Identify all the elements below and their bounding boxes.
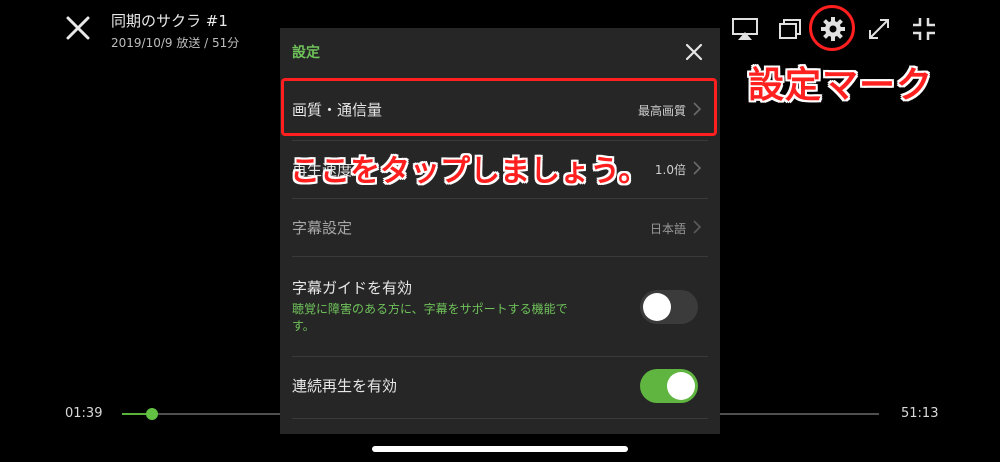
subtitles-label: 字幕設定 xyxy=(292,219,353,237)
progress-thumb[interactable] xyxy=(146,408,159,420)
chevron-right-icon xyxy=(692,219,702,234)
speed-value: 1.0倍 xyxy=(654,163,686,177)
chevron-right-icon xyxy=(692,160,702,175)
total-time: 51:13 xyxy=(901,406,939,421)
gear-annotation-circle xyxy=(809,5,855,51)
collapse-icon[interactable] xyxy=(909,14,939,44)
settings-row-caption-guide: 字幕ガイドを有効 聴覚に障害のある方に、字幕をサポートする機能です。 xyxy=(280,258,720,354)
close-player-icon[interactable] xyxy=(62,12,94,44)
divider xyxy=(292,256,708,257)
settings-row-subtitles[interactable]: 字幕設定 日本語 xyxy=(280,200,720,256)
toggle-knob xyxy=(643,293,671,321)
settings-header: 設定 xyxy=(280,28,720,76)
divider xyxy=(292,418,708,419)
caption-guide-description: 聴覚に障害のある方に、字幕をサポートする機能です。 xyxy=(292,302,568,333)
autoplay-toggle[interactable] xyxy=(640,369,698,403)
caption-guide-toggle[interactable] xyxy=(640,290,698,324)
caption-guide-label: 字幕ガイドを有効 xyxy=(292,279,413,297)
toggle-knob xyxy=(667,372,695,400)
expand-icon[interactable] xyxy=(864,14,894,44)
home-indicator[interactable] xyxy=(372,446,628,452)
video-subtitle: 2019/10/9 放送 / 51分 xyxy=(111,36,240,50)
settings-title: 設定 xyxy=(292,45,320,61)
airplay-icon[interactable] xyxy=(730,14,760,44)
gear-annotation-label: 設定マーク xyxy=(748,65,934,106)
divider xyxy=(292,356,708,357)
video-title: 同期のサクラ #1 xyxy=(111,12,228,30)
settings-close-icon[interactable] xyxy=(682,40,706,64)
autoplay-label: 連続再生を有効 xyxy=(292,377,398,395)
current-time: 01:39 xyxy=(65,406,103,421)
subtitles-value: 日本語 xyxy=(649,222,686,236)
divider xyxy=(292,198,708,199)
quality-highlight-annotation xyxy=(281,78,717,136)
multi-window-icon[interactable] xyxy=(775,14,805,44)
settings-row-autoplay: 連続再生を有効 xyxy=(280,358,720,418)
tap-annotation-label: ここをタップしましょう。 xyxy=(290,154,649,189)
